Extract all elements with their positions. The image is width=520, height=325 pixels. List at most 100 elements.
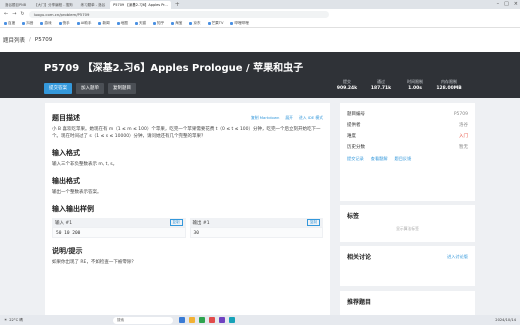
browser-tab[interactable]: 洛谷题目PNB	[2, 1, 29, 9]
stat-value: 128.00MB	[436, 86, 462, 91]
bookmark-item[interactable]: 京东	[189, 21, 201, 26]
window-controls: – □ ×	[497, 0, 518, 9]
feedback-link[interactable]: 题目反馈	[395, 156, 412, 162]
bookmark-item[interactable]: 哔哩哔哩	[230, 21, 249, 26]
info-row-difficulty: 难度 入门	[347, 131, 468, 142]
bookmarks-bar: 百度 抖音 游戏 快手 AI助手 新闻 地图 天猫 知乎 淘宝 京东 芒果TV …	[0, 19, 520, 28]
weather-widget[interactable]: ☀ 22°C 晴	[4, 318, 23, 323]
bookmark-item[interactable]: 快手	[58, 21, 70, 26]
header-buttons: 提交答案 加入题单 复制题目	[44, 83, 136, 94]
info-row-id: 题目编号 P5709	[347, 109, 468, 120]
forward-icon[interactable]: →	[12, 11, 16, 17]
info-label: 题目编号	[347, 112, 365, 117]
sample-input-value: 50 10 200	[52, 227, 186, 238]
clock[interactable]: 2024/10/14	[495, 318, 516, 322]
breadcrumb-separator: /	[29, 37, 31, 43]
browser-icon[interactable]	[198, 317, 205, 323]
description-links: 复制 Markdown 展开 进入 IDE 模式	[251, 115, 323, 121]
app-icon[interactable]	[228, 317, 235, 323]
discussions-header: 相关讨论 进入讨论版	[347, 252, 468, 262]
sample-input-header: 输入 #1 复制	[52, 218, 186, 227]
sample-output: 输出 #1 复制 30	[189, 218, 323, 238]
url-input[interactable]: luogu.com.cn/problem/P5709	[28, 10, 329, 18]
os-taskbar: ☀ 22°C 晴 搜索 2024/10/14	[0, 315, 520, 325]
bookmark-item[interactable]: 知乎	[153, 21, 164, 26]
recommended-card: 推荐题目	[340, 291, 475, 315]
app-icon[interactable]	[208, 317, 215, 323]
bookmark-item[interactable]: 淘宝	[171, 21, 182, 26]
bookmark-item[interactable]: 游戏	[40, 21, 52, 26]
browser-tab[interactable]: 【大门】分享编程 - 搜狗	[31, 1, 76, 9]
ide-mode-link[interactable]: 进入 IDE 模式	[299, 115, 323, 121]
tags-title: 标签	[347, 213, 360, 220]
app-icon[interactable]	[218, 317, 225, 323]
bookmark-item[interactable]: 抖音	[22, 21, 33, 26]
bookmark-item[interactable]: AI助手	[76, 21, 91, 26]
tags-card: 标签 显示算法标签	[340, 205, 475, 242]
copy-problem-button[interactable]: 复制题目	[108, 83, 136, 94]
description-header: 题目描述 复制 Markdown 展开 进入 IDE 模式	[52, 113, 323, 123]
breadcrumb-current: P5709	[34, 37, 53, 43]
bookmark-item[interactable]: 地图	[116, 21, 128, 26]
recommended-title: 推荐题目	[347, 299, 372, 306]
start-icon[interactable]	[178, 317, 185, 323]
stat-accepted: 通过 187.71k	[364, 79, 398, 91]
expand-link[interactable]: 展开	[285, 115, 293, 121]
info-value: 暂无	[459, 145, 468, 150]
file-explorer-icon[interactable]	[188, 317, 195, 323]
stat-submissions: 提交 909.24k	[330, 79, 364, 91]
stat-label: 提交	[343, 79, 351, 84]
browser-tab-active[interactable]: P5709 【深基2.习6】Apples Pr...	[110, 0, 171, 9]
taskbar-apps	[178, 317, 235, 323]
copy-input-button[interactable]: 复制	[169, 219, 183, 226]
input-format-text: 输入三个非负整数表示 m, t, s。	[52, 162, 118, 167]
sample-output-label: 输出 #1	[192, 220, 210, 226]
description-title: 题目描述	[52, 114, 80, 122]
output-format-title: 输出格式	[52, 177, 80, 185]
browser-tab-strip: 洛谷题目PNB 【大门】分享编程 - 搜狗 练习题单 - 洛谷 P5709 【深…	[0, 0, 520, 9]
browser-tab[interactable]: 练习题单 - 洛谷	[78, 1, 109, 9]
samples: 输入 #1 复制 50 10 200 输出 #1 复制 30	[52, 218, 323, 238]
view-solutions-link[interactable]: 查看题解	[371, 156, 388, 162]
stat-value: 909.24k	[336, 86, 358, 91]
sample-input: 输入 #1 复制 50 10 200	[52, 218, 186, 238]
info-label: 提供者	[347, 123, 361, 128]
back-icon[interactable]: ←	[4, 11, 8, 17]
breadcrumb: 题目列表 / P5709	[0, 28, 520, 52]
problem-info-card: 题目编号 P5709 提供者 洛谷 难度 入门 历史分数 暂无 提交记录 查看题…	[340, 103, 475, 201]
description-text: 小 B 喜欢吃苹果。她现在有 m（1 ≤ m ≤ 100）个苹果，吃完一个苹果需…	[52, 127, 321, 139]
enter-discussion-link[interactable]: 进入讨论版	[447, 254, 468, 260]
minimize-icon[interactable]: –	[497, 0, 500, 9]
copy-markdown-link[interactable]: 复制 Markdown	[251, 115, 279, 121]
bookmark-item[interactable]: 芒果TV	[207, 21, 223, 26]
bookmark-item[interactable]: 新闻	[98, 21, 110, 26]
weather-text: 22°C 晴	[9, 317, 23, 322]
sample-output-header: 输出 #1 复制	[189, 218, 323, 227]
show-tags-toggle[interactable]: 显示算法标签	[347, 226, 468, 232]
bookmark-item[interactable]: 百度	[4, 21, 15, 26]
bookmark-item[interactable]: 天猫	[134, 21, 146, 26]
info-value[interactable]: 洛谷	[459, 120, 468, 131]
hint-text: 如果你出现了 RE，不如检查一下被零除？	[52, 260, 136, 265]
discussions-title: 相关讨论	[347, 254, 372, 261]
stat-memory-limit: 内存限制 128.00MB	[432, 79, 466, 91]
sample-input-label: 输入 #1	[55, 220, 73, 226]
difficulty-badge: 入门	[459, 134, 468, 139]
add-to-list-button[interactable]: 加入题单	[76, 83, 104, 94]
close-icon[interactable]: ×	[514, 0, 518, 9]
sample-output-value: 30	[189, 227, 323, 238]
maximize-icon[interactable]: □	[504, 0, 509, 9]
copy-output-button[interactable]: 复制	[307, 219, 320, 226]
problem-actions: 提交记录 查看题解 题目反馈	[347, 156, 468, 162]
info-row-provider: 提供者 洛谷	[347, 120, 468, 131]
input-format-title: 输入格式	[52, 149, 80, 157]
breadcrumb-problem-list[interactable]: 题目列表	[3, 36, 25, 44]
submission-records-link[interactable]: 提交记录	[347, 156, 364, 162]
weather-icon: ☀	[4, 318, 8, 322]
submit-answer-button[interactable]: 提交答案	[44, 83, 72, 94]
reload-icon[interactable]: ↻	[20, 11, 24, 17]
discussions-card: 相关讨论 进入讨论版	[340, 246, 475, 286]
stat-time-limit: 时间限制 1.00s	[398, 79, 432, 91]
taskbar-search[interactable]: 搜索	[112, 316, 173, 324]
new-tab-icon[interactable]: +	[173, 1, 182, 8]
